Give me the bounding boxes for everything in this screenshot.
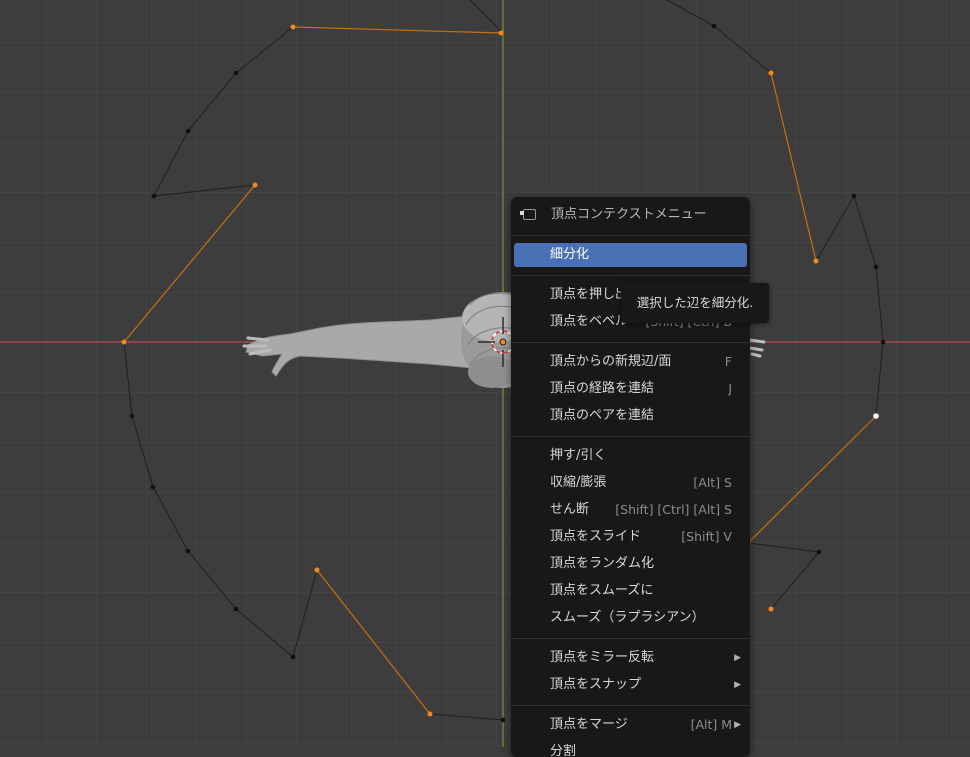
menu-item-label: 頂点をスナップ (550, 677, 642, 692)
menu-item-shortcut: [Alt] M (690, 717, 732, 732)
active-vertex (873, 413, 879, 419)
menu-item-shear[interactable]: せん断 [Shift] [Ctrl] [Alt] S (514, 498, 747, 522)
menu-item-subdivide[interactable]: 細分化 (514, 243, 747, 267)
menu-separator (511, 235, 750, 236)
menu-item-smooth-laplacian[interactable]: スムーズ（ラプラシアン） (514, 606, 747, 630)
menu-item-label: 頂点の経路を連結 (550, 381, 655, 396)
menu-item-shortcut: [Shift] V (681, 529, 732, 544)
menu-item-label: 収縮/膨張 (550, 475, 607, 490)
menu-title: 頂点コンテクストメニュー (551, 207, 707, 222)
vertex-mode-icon (520, 209, 536, 220)
tooltip-text: 選択した辺を細分化. (636, 295, 754, 310)
submenu-arrow-icon: ▶ (734, 680, 741, 690)
submenu-arrow-icon: ▶ (734, 653, 741, 663)
menu-separator (511, 275, 750, 276)
menu-item-shrink-fatten[interactable]: 収縮/膨張 [Alt] S (514, 471, 747, 495)
menu-item-merge-vertices[interactable]: 頂点をマージ [Alt] M ▶ (514, 713, 747, 737)
menu-item-slide-vertices[interactable]: 頂点をスライド [Shift] V (514, 525, 747, 549)
menu-separator (511, 436, 750, 437)
menu-item-label: せん断 (550, 502, 590, 517)
menu-item-shortcut: J (728, 381, 732, 396)
menu-item-label: 頂点からの新規辺/面 (550, 354, 672, 369)
menu-item-label: スムーズ（ラプラシアン） (550, 610, 705, 625)
menu-item-connect-pairs[interactable]: 頂点のペアを連結 (514, 404, 747, 428)
menu-item-label: 細分化 (550, 247, 590, 262)
menu-item-label: 頂点をベベル (550, 314, 629, 329)
menu-item-shortcut: F (724, 354, 732, 369)
menu-item-snap-vertices[interactable]: 頂点をスナップ ▶ (514, 673, 747, 697)
menu-item-label: 頂点をスムーズに (550, 583, 654, 598)
menu-item-mirror-vertices[interactable]: 頂点をミラー反転 ▶ (514, 646, 747, 670)
menu-item-shortcut: [Shift] [Ctrl] [Alt] S (615, 502, 732, 517)
menu-header: 頂点コンテクストメニュー (511, 203, 750, 227)
menu-item-smooth-vertices[interactable]: 頂点をスムーズに (514, 579, 747, 603)
menu-item-label: 頂点をランダム化 (550, 556, 655, 571)
menu-item-label: 頂点をマージ (550, 717, 628, 732)
menu-item-randomize-vertices[interactable]: 頂点をランダム化 (514, 552, 747, 576)
menu-item-label: 頂点をミラー反転 (550, 650, 655, 665)
menu-separator (511, 705, 750, 706)
vertex-context-menu: 頂点コンテクストメニュー 細分化 頂点を押し出し E 頂点をベベル [Shift… (511, 197, 750, 757)
3d-viewport[interactable] (0, 0, 970, 747)
menu-item-label: 頂点のペアを連結 (550, 408, 655, 423)
menu-item-connect-path[interactable]: 頂点の経路を連結 J (514, 377, 747, 401)
menu-separator (511, 342, 750, 343)
menu-item-label: 押す/引く (550, 448, 607, 463)
menu-separator (511, 638, 750, 639)
menu-item-push-pull[interactable]: 押す/引く (514, 444, 747, 468)
menu-item-shortcut: [Alt] S (693, 475, 732, 490)
menu-item-label: 頂点をスライド (550, 529, 642, 544)
submenu-arrow-icon: ▶ (734, 720, 741, 730)
menu-item-label: 分割 (550, 744, 577, 757)
subdivide-tooltip: 選択した辺を細分化. (621, 283, 769, 323)
menu-item-new-edge-face[interactable]: 頂点からの新規辺/面 F (514, 350, 747, 374)
menu-item-split[interactable]: 分割 (514, 740, 747, 757)
